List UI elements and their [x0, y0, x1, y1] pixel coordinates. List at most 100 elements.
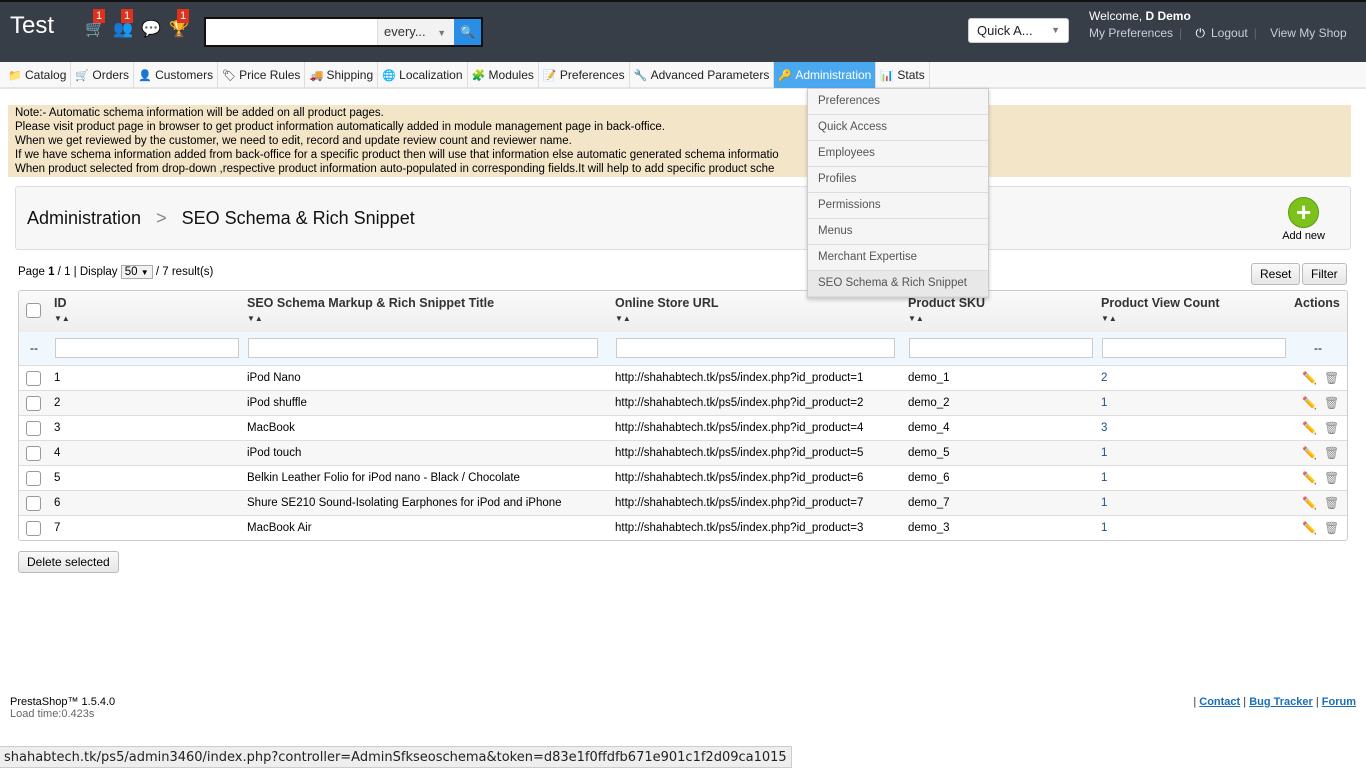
menu-item-permissions[interactable]: Permissions: [808, 193, 988, 219]
customers-notification[interactable]: 👥 1: [113, 9, 134, 39]
menu-item-employees[interactable]: Employees: [808, 141, 988, 167]
edit-icon[interactable]: ✏️: [1302, 441, 1317, 465]
cell: 3: [1101, 422, 1108, 434]
filter-input-2[interactable]: [616, 338, 895, 358]
sort-arrows-icon[interactable]: ▼▲: [615, 314, 718, 323]
trash-icon[interactable]: 🗑: [1324, 366, 1339, 390]
edit-icon[interactable]: ✏️: [1302, 391, 1317, 415]
row-checkbox[interactable]: [26, 421, 41, 436]
trash-icon[interactable]: 🗑: [1324, 466, 1339, 490]
trash-icon[interactable]: 🗑: [1324, 441, 1339, 465]
tab-administration[interactable]: 🔑 Administration: [774, 62, 877, 88]
quick-access-select[interactable]: Quick A... ▼: [968, 18, 1069, 43]
filter-input-1[interactable]: [248, 338, 598, 358]
per-page-select[interactable]: 50 ▼: [120, 265, 153, 279]
menu-item-profiles[interactable]: Profiles: [808, 167, 988, 193]
row-checkbox[interactable]: [26, 496, 41, 511]
cell: iPod touch: [247, 447, 302, 459]
column-header[interactable]: Product View Count ▼▲: [1101, 296, 1220, 323]
edit-icon[interactable]: ✏️: [1302, 491, 1317, 515]
search-input[interactable]: [206, 19, 374, 43]
select-all-checkbox[interactable]: [26, 303, 41, 318]
display-label: | Display: [70, 266, 121, 278]
sort-arrows-icon[interactable]: ▼▲: [247, 314, 494, 323]
version: PrestaShop™ 1.5.4.0: [10, 696, 116, 708]
tab-catalog[interactable]: 📁 Catalog: [4, 62, 72, 88]
tab-label: Modules: [488, 68, 534, 82]
cell: demo_6: [908, 472, 950, 484]
truck-icon: 🚚: [309, 70, 324, 82]
trophy-notification[interactable]: 🏆 1: [169, 9, 190, 39]
sort-arrows-icon[interactable]: ▼▲: [54, 314, 70, 323]
tab-shipping[interactable]: 🚚 Shipping: [305, 62, 379, 88]
logout-link[interactable]: Logout: [1211, 26, 1248, 40]
tab-stats[interactable]: 📊 Stats: [876, 62, 930, 88]
search-scope-select[interactable]: every... ▼: [377, 19, 457, 45]
tab-price-rules[interactable]: 🏷 Price Rules: [218, 62, 306, 88]
orders-notification[interactable]: 🛒 1: [85, 9, 106, 39]
tab-advanced-parameters[interactable]: 🔧 Advanced Parameters: [630, 62, 775, 88]
tab-customers[interactable]: 👤 Customers: [134, 62, 219, 88]
filter-input-3[interactable]: [909, 338, 1093, 358]
row-checkbox[interactable]: [26, 446, 41, 461]
menu-item-seo-schema-rich-snippet[interactable]: SEO Schema & Rich Snippet: [808, 271, 988, 297]
reset-button[interactable]: Reset: [1251, 263, 1301, 285]
trash-icon[interactable]: 🗑: [1324, 391, 1339, 415]
menu-item-merchant-expertise[interactable]: Merchant Expertise: [808, 245, 988, 271]
delete-selected-button[interactable]: Delete selected: [18, 551, 119, 573]
chevron-down-icon: ▼: [437, 28, 447, 38]
shop-logo[interactable]: Test: [10, 12, 54, 40]
tab-label: Orders: [92, 68, 130, 82]
tab-orders[interactable]: 🛒 Orders: [71, 62, 135, 88]
search-button[interactable]: 🔍: [454, 19, 481, 45]
cell: MacBook Air: [247, 522, 312, 534]
column-title: Product View Count: [1101, 296, 1220, 310]
filter-input-4[interactable]: [1102, 338, 1286, 358]
row-checkbox[interactable]: [26, 471, 41, 486]
column-title: Product SKU: [908, 296, 986, 310]
chat-icon: 💬: [141, 21, 161, 38]
trash-icon[interactable]: 🗑: [1324, 491, 1339, 515]
contact-link[interactable]: Contact: [1199, 696, 1240, 708]
footer-info: PrestaShop™ 1.5.4.0 Load time:0.423s: [10, 696, 115, 720]
column-header[interactable]: SEO Schema Markup & Rich Snippet Title ▼▲: [247, 296, 494, 323]
trash-icon[interactable]: 🗑: [1324, 416, 1339, 440]
page-label: Page: [18, 266, 49, 278]
row-checkbox[interactable]: [26, 371, 41, 386]
forum-link[interactable]: Forum: [1322, 696, 1356, 708]
my-preferences-link[interactable]: My Preferences: [1089, 26, 1173, 40]
filter-row: -- --: [19, 332, 1347, 366]
column-header[interactable]: ID ▼▲: [54, 296, 70, 323]
column-header[interactable]: Product SKU ▼▲: [908, 296, 985, 323]
sort-arrows-icon[interactable]: ▼▲: [908, 314, 985, 323]
row-checkbox[interactable]: [26, 521, 41, 536]
add-new-button[interactable]: + Add new: [1282, 197, 1325, 242]
column-header[interactable]: Actions: [1294, 296, 1340, 310]
filter-button[interactable]: Filter: [1302, 263, 1347, 285]
key-icon: 🔑: [778, 70, 793, 82]
menu-item-quick-access[interactable]: Quick Access: [808, 115, 988, 141]
messages-notification[interactable]: 💬: [141, 19, 161, 39]
tab-preferences[interactable]: 📝 Preferences: [539, 62, 630, 88]
table-row: 2 iPod shuffle http://shahabtech.tk/ps5/in…: [19, 391, 1347, 416]
results-count: / 7 result(s): [152, 266, 214, 278]
filter-input-0[interactable]: [55, 338, 239, 358]
edit-icon[interactable]: ✏️: [1302, 466, 1317, 490]
sort-arrows-icon[interactable]: ▼▲: [1101, 314, 1220, 323]
tab-localization[interactable]: 🌐 Localization: [378, 62, 468, 88]
tab-modules[interactable]: 🧩 Modules: [468, 62, 539, 88]
cell: 3: [54, 422, 61, 434]
tab-label: Catalog: [25, 68, 67, 82]
view-my-shop-link[interactable]: View My Shop: [1270, 26, 1346, 40]
trash-icon[interactable]: 🗑: [1324, 516, 1339, 540]
edit-icon[interactable]: ✏️: [1302, 366, 1317, 390]
filter-placeholder: --: [30, 341, 38, 355]
breadcrumb-parent[interactable]: Administration: [27, 208, 141, 228]
row-checkbox[interactable]: [26, 396, 41, 411]
edit-icon[interactable]: ✏️: [1302, 516, 1317, 540]
column-header[interactable]: Online Store URL ▼▲: [615, 296, 718, 323]
menu-item-menus[interactable]: Menus: [808, 219, 988, 245]
bug-tracker-link[interactable]: Bug Tracker: [1249, 696, 1313, 708]
edit-icon[interactable]: ✏️: [1302, 416, 1317, 440]
menu-item-preferences[interactable]: Preferences: [808, 89, 988, 115]
